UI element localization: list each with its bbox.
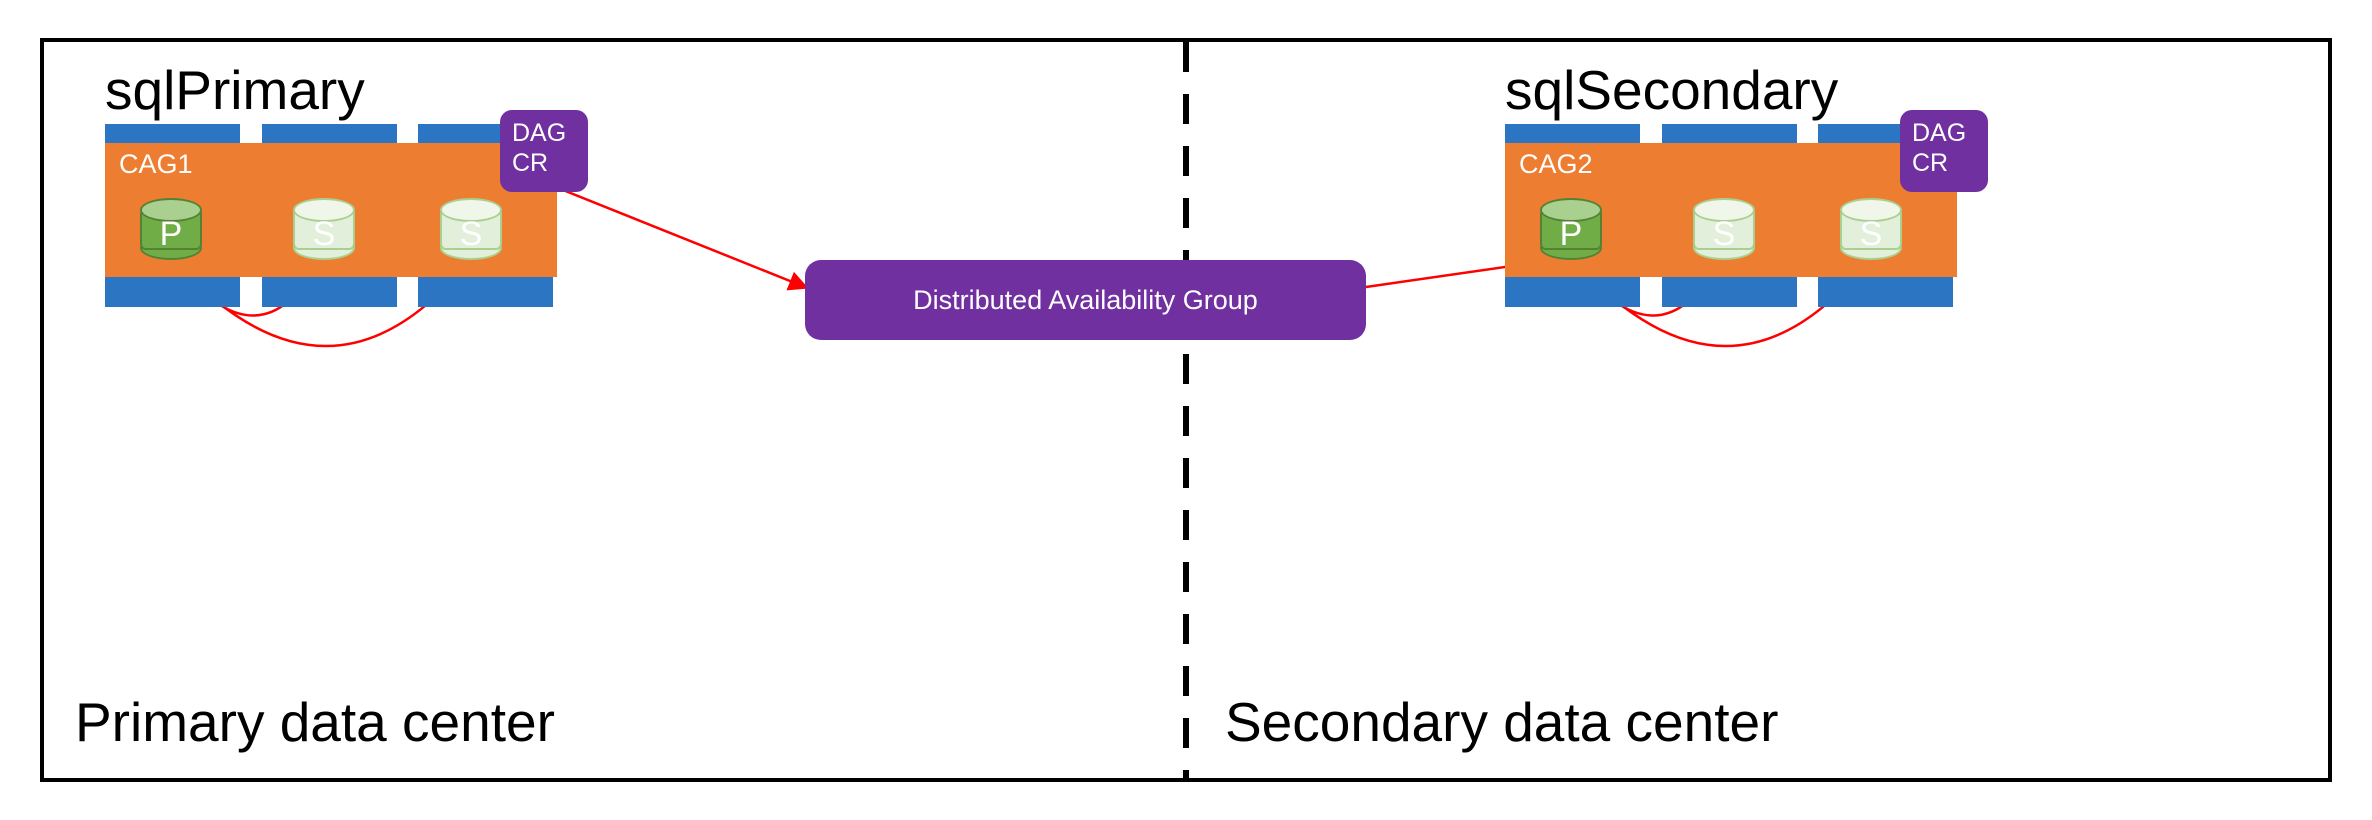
secondary-rack-label: CAG2 (1519, 149, 1593, 180)
dag-center-box: Distributed Availability Group (805, 260, 1366, 340)
primary-rack-label: CAG1 (119, 149, 193, 180)
cylinder-letter: S (1693, 215, 1755, 254)
primary-db-p: P (140, 198, 202, 260)
primary-dag-badge: DAG CR (500, 110, 588, 192)
cylinder-letter: S (1840, 215, 1902, 254)
primary-db-s2: S (440, 198, 502, 260)
secondary-title: sqlSecondary (1505, 58, 1838, 122)
cylinder-letter: S (293, 215, 355, 254)
cylinder-letter: P (140, 215, 202, 254)
diagram-canvas: sqlPrimary CAG1 DAG CR P S S Primary dat… (0, 0, 2372, 820)
primary-db-s1: S (293, 198, 355, 260)
secondary-dag-badge: DAG CR (1900, 110, 1988, 192)
primary-footer: Primary data center (75, 690, 555, 754)
cylinder-letter: P (1540, 215, 1602, 254)
secondary-db-s2: S (1840, 198, 1902, 260)
primary-title: sqlPrimary (105, 58, 365, 122)
secondary-db-s1: S (1693, 198, 1755, 260)
secondary-db-p: P (1540, 198, 1602, 260)
dag-center-label: Distributed Availability Group (913, 285, 1258, 316)
secondary-footer: Secondary data center (1225, 690, 1778, 754)
cylinder-letter: S (440, 215, 502, 254)
secondary-dag-badge-line1: DAG (1912, 118, 1976, 148)
primary-dag-badge-line2: CR (512, 148, 576, 178)
secondary-dag-badge-line2: CR (1912, 148, 1976, 178)
primary-dag-badge-line1: DAG (512, 118, 576, 148)
